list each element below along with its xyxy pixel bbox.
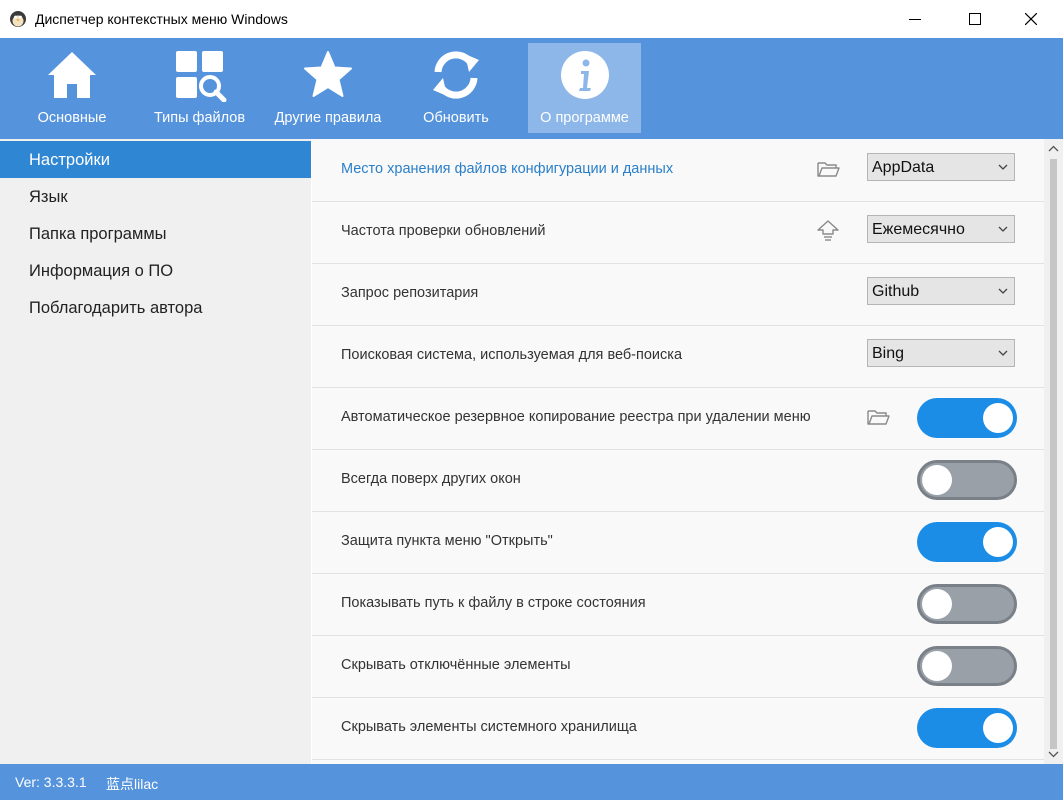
- title-bar: Диспетчер контекстных меню Windows: [0, 0, 1063, 38]
- setting-row-protect-open: Защита пункта меню "Открыть": [312, 511, 1044, 574]
- setting-label: Поисковая система, используемая для веб-…: [341, 347, 683, 363]
- search-engine-select[interactable]: Bing: [867, 339, 1015, 367]
- toggle-knob: [922, 651, 952, 681]
- repository-select[interactable]: Github: [867, 277, 1015, 305]
- hide-disabled-toggle[interactable]: [917, 646, 1017, 686]
- setting-row-hide-system-store: Скрывать элементы системного хранилища: [312, 697, 1044, 760]
- protect-open-toggle[interactable]: [917, 522, 1017, 562]
- chevron-down-icon: [998, 226, 1008, 232]
- setting-row-auto-backup: Автоматическое резервное копирование рее…: [312, 387, 1044, 450]
- select-value: Ежемесячно: [872, 221, 965, 238]
- setting-row-hide-disabled: Скрывать отключённые элементы: [312, 635, 1044, 698]
- vertical-scrollbar[interactable]: [1044, 139, 1063, 764]
- toggle-knob: [922, 465, 952, 495]
- status-bar: Ver: 3.3.3.1 蓝点lilac: [0, 764, 1063, 800]
- sidebar-item-label: Поблагодарить автора: [29, 299, 203, 317]
- toolbar-button-about[interactable]: О программе: [528, 43, 641, 133]
- chevron-down-icon: [998, 350, 1008, 356]
- setting-row-search-engine: Поисковая система, используемая для веб-…: [312, 325, 1044, 388]
- sidebar-item-program-folder[interactable]: Папка программы: [0, 215, 311, 252]
- minimize-button[interactable]: [892, 0, 938, 38]
- setting-label-link[interactable]: Место хранения файлов конфигурации и дан…: [341, 161, 673, 177]
- main-toolbar: Основные Типы файлов Другие правила Обно…: [0, 38, 1063, 139]
- setting-label: Всегда поверх других окон: [341, 471, 521, 487]
- toolbar-label: Другие правила: [274, 110, 382, 126]
- show-file-path-toggle[interactable]: [917, 584, 1017, 624]
- toggle-knob: [922, 589, 952, 619]
- version-text: Ver: 3.3.3.1: [15, 774, 87, 790]
- setting-label: Запрос репозитария: [341, 285, 479, 301]
- toolbar-button-other-rules[interactable]: Другие правила: [268, 43, 388, 133]
- settings-panel: Место хранения файлов конфигурации и дан…: [312, 139, 1044, 764]
- setting-label: Показывать путь к файлу в строке состоян…: [341, 595, 646, 611]
- setting-label: Защита пункта меню "Открыть": [341, 533, 553, 549]
- select-value: Github: [872, 283, 920, 300]
- sidebar-item-label: Настройки: [29, 151, 110, 169]
- toolbar-label: Типы файлов: [153, 110, 246, 126]
- setting-label: Частота проверки обновлений: [341, 223, 546, 239]
- home-icon: [48, 52, 96, 98]
- select-value: AppData: [872, 159, 935, 176]
- auto-backup-toggle[interactable]: [917, 398, 1017, 438]
- setting-label: Скрывать отключённые элементы: [341, 657, 571, 673]
- select-value: Bing: [872, 345, 905, 362]
- update-frequency-select[interactable]: Ежемесячно: [867, 215, 1015, 243]
- sidebar-item-thank-author[interactable]: Поблагодарить автора: [0, 289, 311, 326]
- toggle-knob: [983, 403, 1013, 433]
- star-icon: [304, 51, 352, 97]
- sidebar-item-label: Папка программы: [29, 225, 167, 243]
- close-button[interactable]: [1008, 0, 1054, 38]
- setting-row-repository: Запрос репозитария Github: [312, 263, 1044, 326]
- info-icon: [560, 51, 609, 99]
- setting-row-update-frequency: Частота проверки обновлений Ежемесячно: [312, 201, 1044, 264]
- setting-label: Автоматическое резервное копирование рее…: [341, 409, 811, 425]
- update-check-icon[interactable]: [815, 218, 841, 244]
- setting-row-show-file-path: Показывать путь к файлу в строке состоян…: [312, 573, 1044, 636]
- sidebar-item-label: Информация о ПО: [29, 262, 174, 280]
- folder-open-icon[interactable]: [815, 156, 841, 182]
- setting-row-config-location: Место хранения файлов конфигурации и дан…: [312, 139, 1044, 202]
- maximize-icon: [969, 13, 981, 25]
- chevron-down-icon: [998, 164, 1008, 170]
- scroll-up-icon[interactable]: [1048, 145, 1059, 153]
- author-text: 蓝点lilac: [106, 776, 159, 792]
- toolbar-label: О программе: [540, 110, 629, 126]
- always-on-top-toggle[interactable]: [917, 460, 1017, 500]
- sidebar: Настройки Язык Папка программы Информаци…: [0, 139, 311, 764]
- refresh-icon: [433, 51, 479, 99]
- window-title: Диспетчер контекстных меню Windows: [35, 11, 288, 27]
- setting-row-always-on-top: Всегда поверх других окон: [312, 449, 1044, 512]
- file-types-search-icon: [175, 51, 226, 102]
- hide-system-store-toggle[interactable]: [917, 708, 1017, 748]
- toolbar-label: Обновить: [423, 110, 489, 126]
- folder-open-icon[interactable]: [865, 404, 891, 430]
- penguin-icon: [10, 11, 26, 27]
- sidebar-item-language[interactable]: Язык: [0, 178, 311, 215]
- chevron-down-icon: [998, 288, 1008, 294]
- scrollbar-thumb[interactable]: [1050, 159, 1057, 749]
- toolbar-button-refresh[interactable]: Обновить: [410, 43, 502, 133]
- config-location-select[interactable]: AppData: [867, 153, 1015, 181]
- toggle-knob: [983, 713, 1013, 743]
- sidebar-item-software-info[interactable]: Информация о ПО: [0, 252, 311, 289]
- minimize-icon: [909, 19, 921, 20]
- toggle-knob: [983, 527, 1013, 557]
- close-icon: [1025, 13, 1037, 25]
- sidebar-item-label: Язык: [29, 188, 68, 206]
- toolbar-button-main[interactable]: Основные: [25, 43, 119, 133]
- maximize-button[interactable]: [952, 0, 998, 38]
- setting-label: Скрывать элементы системного хранилища: [341, 719, 637, 735]
- toolbar-button-file-types[interactable]: Типы файлов: [147, 43, 252, 133]
- sidebar-item-settings[interactable]: Настройки: [0, 141, 311, 178]
- scroll-down-icon[interactable]: [1048, 750, 1059, 758]
- toolbar-label: Основные: [37, 110, 107, 126]
